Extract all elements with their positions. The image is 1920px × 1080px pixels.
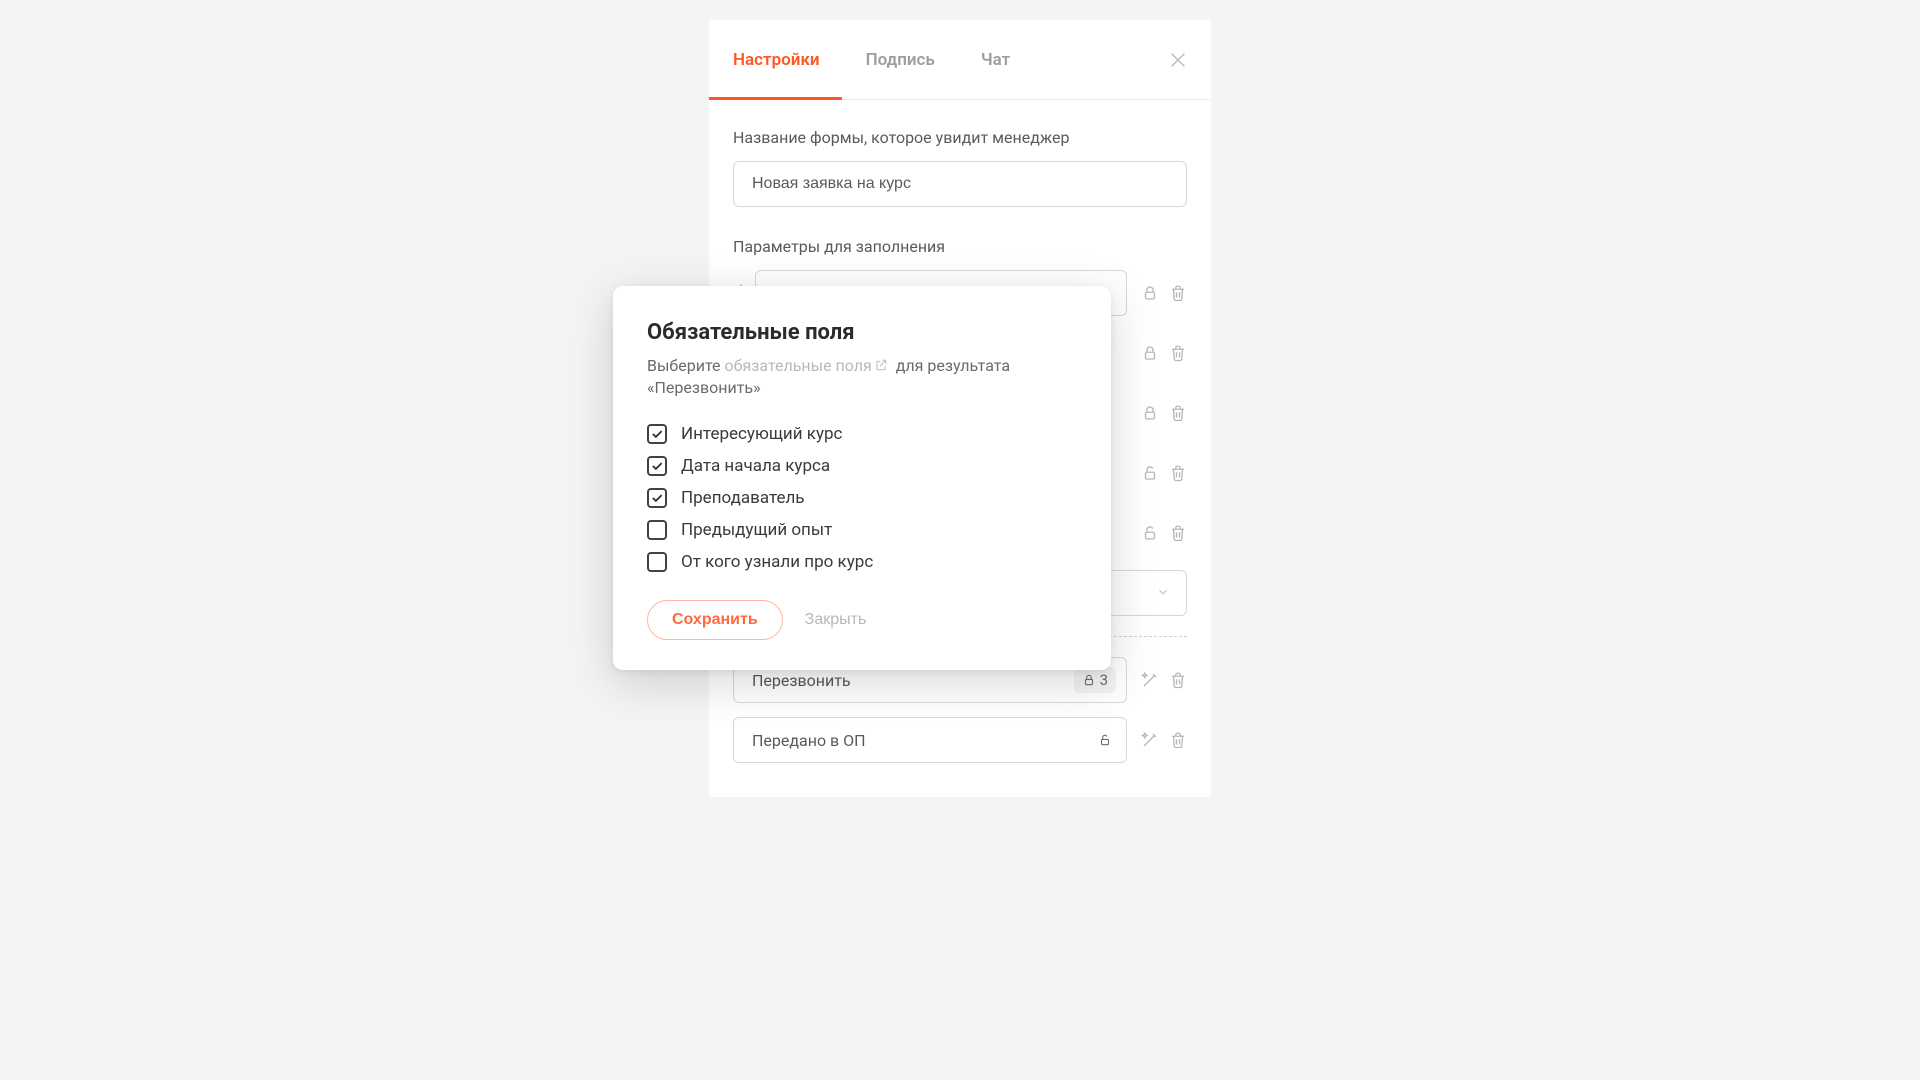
required-fields-popover: Обязательные поля Выберите обязательные … bbox=[613, 286, 1111, 670]
checkbox-row[interactable]: Предыдущий опыт bbox=[647, 520, 1077, 540]
badge-count: 3 bbox=[1100, 671, 1108, 689]
trash-icon[interactable] bbox=[1169, 344, 1187, 362]
checkbox[interactable] bbox=[647, 424, 667, 444]
lock-open-icon[interactable] bbox=[1141, 464, 1159, 482]
params-label: Параметры для заполнения bbox=[733, 237, 1187, 256]
lock-closed-icon[interactable] bbox=[1141, 404, 1159, 422]
lock-open-badge[interactable] bbox=[1094, 729, 1116, 751]
checkbox-label: От кого узнали про курс bbox=[681, 552, 873, 572]
trash-icon[interactable] bbox=[1169, 524, 1187, 542]
tab-settings[interactable]: Настройки bbox=[733, 20, 820, 99]
form-name-input[interactable] bbox=[733, 161, 1187, 207]
checkbox[interactable] bbox=[647, 456, 667, 476]
checkbox-label: Дата начала курса bbox=[681, 456, 830, 476]
checkbox-row[interactable]: От кого узнали про курс bbox=[647, 552, 1077, 572]
lock-closed-icon[interactable] bbox=[1141, 284, 1159, 302]
checkbox-label: Преподаватель bbox=[681, 488, 805, 508]
trash-icon[interactable] bbox=[1169, 284, 1187, 302]
result-label: Передано в ОП bbox=[752, 731, 866, 750]
result-row: Передано в ОП bbox=[733, 717, 1187, 763]
popover-title: Обязательные поля bbox=[647, 320, 1077, 345]
trash-icon[interactable] bbox=[1169, 404, 1187, 422]
checkbox-row[interactable]: Интересующий курс bbox=[647, 424, 1077, 444]
lock-open-icon[interactable] bbox=[1141, 524, 1159, 542]
external-link-icon bbox=[874, 356, 888, 370]
trash-icon[interactable] bbox=[1169, 731, 1187, 749]
result-label: Перезвонить bbox=[752, 671, 851, 690]
lock-closed-icon[interactable] bbox=[1141, 344, 1159, 362]
form-name-label: Название формы, которое увидит менеджер bbox=[733, 128, 1187, 147]
checkbox[interactable] bbox=[647, 488, 667, 508]
magic-wand-icon[interactable] bbox=[1141, 731, 1159, 749]
checkbox[interactable] bbox=[647, 520, 667, 540]
checkbox-row[interactable]: Преподаватель bbox=[647, 488, 1077, 508]
result-item[interactable]: Передано в ОП bbox=[733, 717, 1127, 763]
required-count-badge[interactable]: 3 bbox=[1074, 667, 1116, 693]
trash-icon[interactable] bbox=[1169, 671, 1187, 689]
magic-wand-icon[interactable] bbox=[1141, 671, 1159, 689]
checkbox[interactable] bbox=[647, 552, 667, 572]
tabs: Настройки Подпись Чат bbox=[709, 20, 1211, 100]
close-icon[interactable] bbox=[1167, 49, 1189, 71]
chevron-down-icon bbox=[1156, 584, 1170, 603]
tab-chat[interactable]: Чат bbox=[981, 20, 1010, 99]
popover-subtitle: Выберите обязательные поля для результат… bbox=[647, 355, 1077, 400]
required-fields-link[interactable]: обязательные поля bbox=[724, 356, 871, 375]
checkbox-row[interactable]: Дата начала курса bbox=[647, 456, 1077, 476]
close-button[interactable]: Закрыть bbox=[805, 611, 867, 629]
save-button[interactable]: Сохранить bbox=[647, 600, 783, 640]
tab-signature[interactable]: Подпись bbox=[866, 20, 935, 99]
checkbox-label: Интересующий курс bbox=[681, 424, 842, 444]
checkbox-label: Предыдущий опыт bbox=[681, 520, 832, 540]
trash-icon[interactable] bbox=[1169, 464, 1187, 482]
